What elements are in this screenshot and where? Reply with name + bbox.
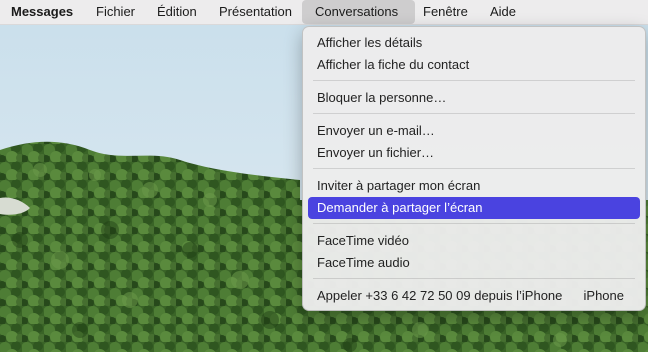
menu-item-afficher-details[interactable]: Afficher les détails xyxy=(308,32,640,54)
menu-item-afficher-fiche-contact[interactable]: Afficher la fiche du contact xyxy=(308,54,640,76)
menu-bar: Messages Fichier Édition Présentation Co… xyxy=(0,0,648,25)
menu-item-bloquer-personne[interactable]: Bloquer la personne… xyxy=(308,87,640,109)
menu-edition[interactable]: Édition xyxy=(157,0,197,24)
menu-item-envoyer-email[interactable]: Envoyer un e-mail… xyxy=(308,120,640,142)
menu-item-envoyer-fichier[interactable]: Envoyer un fichier… xyxy=(308,142,640,164)
menu-fichier[interactable]: Fichier xyxy=(96,0,135,24)
menu-separator xyxy=(313,168,635,169)
menu-item-inviter-partager-ecran[interactable]: Inviter à partager mon écran xyxy=(308,175,640,197)
menu-item-demander-partager-ecran[interactable]: Demander à partager l’écran xyxy=(308,197,640,219)
menu-separator xyxy=(313,80,635,81)
conversations-dropdown-menu: Afficher les détails Afficher la fiche d… xyxy=(302,26,646,311)
menu-separator xyxy=(313,113,635,114)
menu-separator xyxy=(313,278,635,279)
menu-item-appeler-label: Appeler +33 6 42 72 50 09 depuis l’iPhon… xyxy=(317,288,563,303)
menu-conversations[interactable]: Conversations xyxy=(302,0,415,24)
menu-fenetre[interactable]: Fenêtre xyxy=(423,0,468,24)
menu-item-facetime-video[interactable]: FaceTime vidéo xyxy=(308,230,640,252)
menu-aide[interactable]: Aide xyxy=(490,0,516,24)
menu-separator xyxy=(313,223,635,224)
menu-item-appeler-shortcut: iPhone xyxy=(583,288,624,303)
menu-item-facetime-audio[interactable]: FaceTime audio xyxy=(308,252,640,274)
menu-item-appeler-iphone[interactable]: Appeler +33 6 42 72 50 09 depuis l’iPhon… xyxy=(308,285,640,307)
app-menu-messages[interactable]: Messages xyxy=(11,0,73,24)
menu-presentation[interactable]: Présentation xyxy=(219,0,292,24)
